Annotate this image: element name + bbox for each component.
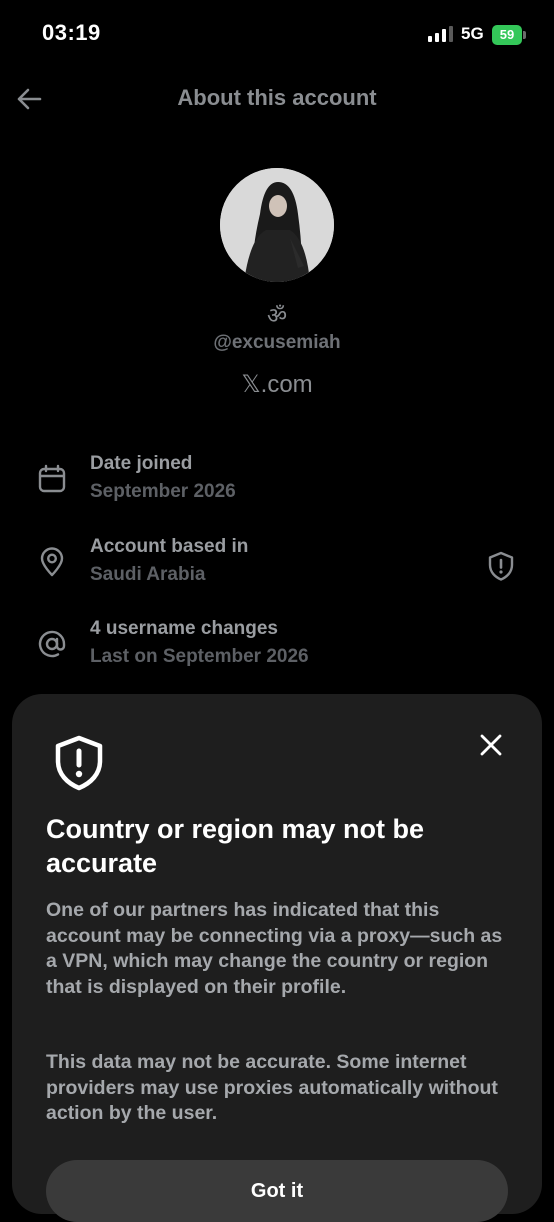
profile-handle: @excusemiah [213,332,341,353]
signal-icon [428,26,453,42]
status-bar: 03:19 5G 59 [0,0,554,70]
header: About this account [0,70,554,128]
info-row-username-changes: 4 username changes Last on September 202… [0,618,554,680]
page-title: About this account [177,85,377,110]
battery-icon: 59 [492,25,528,45]
close-icon[interactable] [474,728,508,762]
location-pin-icon [40,547,64,577]
avatar-image [220,168,334,282]
bottom-sheet: Country or region may not be accurate On… [12,694,542,1222]
site-link[interactable]: 𝕏.com [0,370,554,399]
info-row-account-location: Account based in Saudi Arabia [0,536,554,598]
at-sign-icon [38,630,66,658]
display-name: ॐ [266,304,288,329]
info-row-date-joined: Date joined September 2026 [0,453,554,515]
shield-alert-icon [55,735,103,791]
sheet-body-proxy: One of our partners has indicated that t… [46,899,503,998]
sheet-body-accuracy: This data may not be accurate. Some inte… [46,1051,498,1124]
network-label: 5G [461,24,484,43]
sheet-title: Country or region may not be accurate [46,814,425,878]
status-time: 03:19 [42,20,101,45]
info-value: September 2026 [90,481,236,502]
avatar [220,168,334,282]
info-label: Date joined [90,453,193,474]
info-value: Last on September 2026 [90,646,309,667]
info-label: 4 username changes [90,618,278,639]
info-label: Account based in [90,536,249,557]
battery-level: 59 [492,25,522,45]
calendar-icon [38,464,66,493]
got-it-button[interactable]: Got it [46,1160,508,1222]
shield-alert-icon[interactable] [485,550,517,582]
info-value: Saudi Arabia [90,564,206,585]
